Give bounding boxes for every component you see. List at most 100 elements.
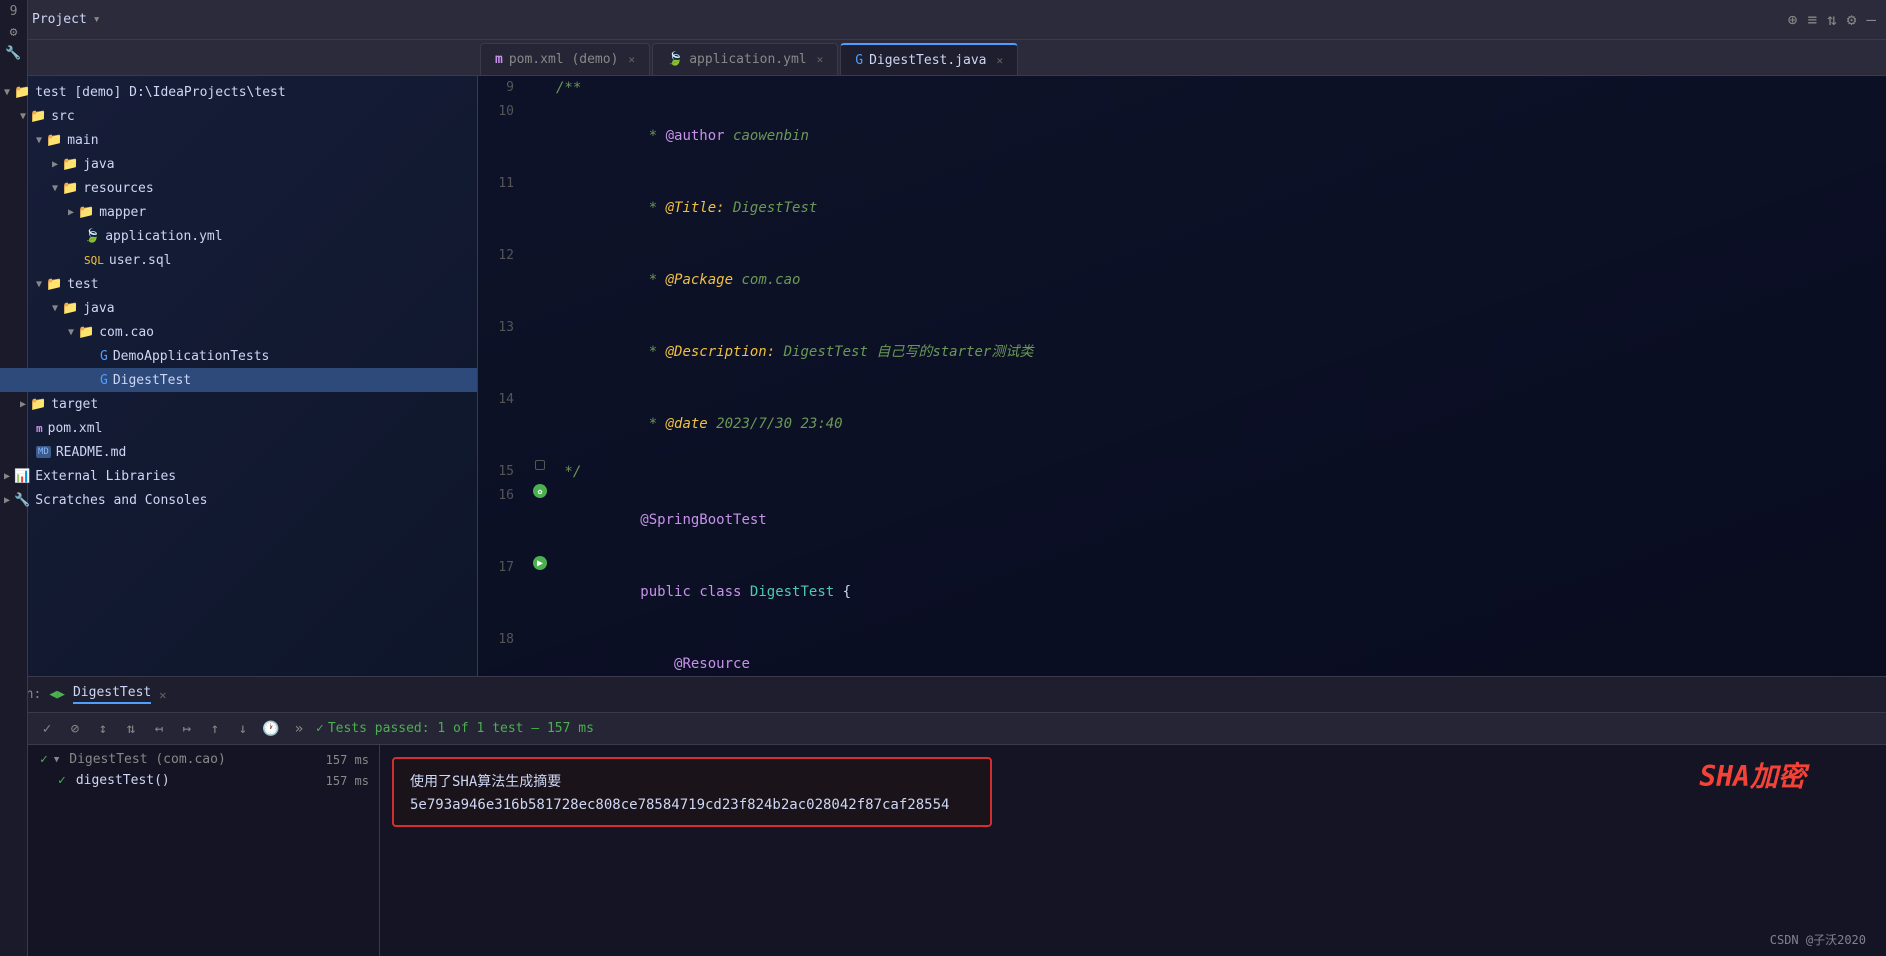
tree-app-yml[interactable]: 🍃 application.yml xyxy=(0,224,477,248)
code-line-12: 12 * @Package com.cao xyxy=(478,244,1886,316)
code-text-10: * @author caowenbin xyxy=(552,100,1886,172)
mapper-label: mapper xyxy=(99,205,146,220)
line-num-12: 12 xyxy=(478,244,528,268)
test-arrow xyxy=(36,279,42,290)
sha-label: SHA加密 xyxy=(1699,755,1806,795)
tree-java-test[interactable]: 📁 java xyxy=(0,296,477,320)
line-num-17: 17 xyxy=(478,556,528,580)
tree-demo-app-tests[interactable]: G DemoApplicationTests xyxy=(0,344,477,368)
java-test-folder-icon: 📁 xyxy=(62,301,78,316)
run-sort-btn[interactable]: ↕ xyxy=(92,718,114,740)
readme-label: README.md xyxy=(56,445,126,460)
run-body: 9 ⚙ 🔧 ✓ DigestTest (com.cao) 157 ms ✓ di… xyxy=(0,745,1886,956)
run-expand-btn[interactable]: ↦ xyxy=(176,718,198,740)
test-item-parent[interactable]: ✓ DigestTest (com.cao) 157 ms xyxy=(34,749,375,770)
tree-user-sql[interactable]: SQL user.sql xyxy=(0,248,477,272)
code-line-13: 13 * @Description: DigestTest 自己写的starte… xyxy=(478,316,1886,388)
tree-pom[interactable]: m pom.xml xyxy=(0,416,477,440)
run-collapse-btn[interactable]: ↤ xyxy=(148,718,170,740)
tab-digest-close[interactable]: ✕ xyxy=(996,54,1003,67)
run-gutter-icon-17[interactable]: ▶ xyxy=(533,556,547,570)
run-tab-digest[interactable]: DigestTest xyxy=(73,685,151,704)
tab-pom-label: pom.xml (demo) xyxy=(509,52,619,67)
code-text-13: * @Description: DigestTest 自己写的starter测试… xyxy=(552,316,1886,388)
tree-com-cao[interactable]: 📁 com.cao xyxy=(0,320,477,344)
resources-label: resources xyxy=(83,181,153,196)
output-line-2: 5e793a946e316b581728ec808ce78584719cd23f… xyxy=(410,797,974,813)
line-num-10: 10 xyxy=(478,100,528,124)
run-check-btn[interactable]: ✓ xyxy=(36,718,58,740)
line-num-18: 18 xyxy=(478,628,528,652)
src-folder-icon: 📁 xyxy=(30,109,46,124)
run-down-btn[interactable]: ↓ xyxy=(232,718,254,740)
parent-check-icon: ✓ xyxy=(40,752,48,767)
test-item-child[interactable]: ✓ digestTest() 157 ms xyxy=(34,770,375,791)
code-line-14: 14 * @date 2023/7/30 23:40 xyxy=(478,388,1886,460)
pom-icon: m xyxy=(36,422,43,435)
run-stop-btn[interactable]: ⊘ xyxy=(64,718,86,740)
tree-scratches[interactable]: 🔧 Scratches and Consoles xyxy=(0,488,477,512)
tree-external-libs[interactable]: 📊 External Libraries xyxy=(0,464,477,488)
gutter-17: ▶ xyxy=(528,556,552,570)
tab-pom-icon: m xyxy=(495,52,503,67)
code-line-11: 11 * @Title: DigestTest xyxy=(478,172,1886,244)
collapse-icon[interactable]: ≡ xyxy=(1807,10,1817,29)
tree-main[interactable]: 📁 main xyxy=(0,128,477,152)
tab-digest-label: DigestTest.java xyxy=(869,53,986,68)
tab-app-close[interactable]: ✕ xyxy=(817,53,824,66)
ext-libs-label: External Libraries xyxy=(35,469,176,484)
run-more-btn[interactable]: » xyxy=(288,718,310,740)
tab-app[interactable]: 🍃 application.yml ✕ xyxy=(652,43,838,75)
test-tree-panel: 9 ⚙ 🔧 ✓ DigestTest (com.cao) 157 ms ✓ di… xyxy=(0,745,380,956)
tree-digest-test[interactable]: G DigestTest xyxy=(0,368,477,392)
expand-icon[interactable]: ⇅ xyxy=(1827,10,1837,29)
line-num-14: 14 xyxy=(478,388,528,412)
main-label: main xyxy=(67,133,98,148)
settings-icon[interactable]: ⚙ xyxy=(1847,10,1857,29)
output-line-1: 使用了SHA算法生成摘要 xyxy=(410,771,974,791)
tree-mapper[interactable]: 📁 mapper xyxy=(0,200,477,224)
test-folder-icon: 📁 xyxy=(46,277,62,292)
gutter-15 xyxy=(528,460,552,470)
code-line-15: 15 */ xyxy=(478,460,1886,484)
tree-resources[interactable]: 📁 resources xyxy=(0,176,477,200)
bookmark-icon xyxy=(535,460,545,470)
run-filter-btn[interactable]: ⇅ xyxy=(120,718,142,740)
tree-test[interactable]: 📁 test xyxy=(0,272,477,296)
code-editor[interactable]: 9 /** 10 * @author caowenbin 11 * @Title… xyxy=(478,76,1886,676)
user-sql-label: user.sql xyxy=(109,253,172,268)
spring-gutter-icon: ✿ xyxy=(533,484,547,498)
add-bookmark-icon[interactable]: ⊕ xyxy=(1788,10,1798,29)
tree-src[interactable]: 📁 src xyxy=(0,104,477,128)
run-up-btn[interactable]: ↑ xyxy=(204,718,226,740)
project-label: Project xyxy=(32,12,87,27)
tab-digest[interactable]: G DigestTest.java ✕ xyxy=(840,43,1018,75)
code-text-12: * @Package com.cao xyxy=(552,244,1886,316)
com-cao-folder-icon: 📁 xyxy=(78,325,94,340)
side-icons-panel: 9 ⚙ 🔧 xyxy=(0,745,28,956)
watermark: CSDN @子沃2020 xyxy=(1770,931,1866,948)
java-main-label: java xyxy=(83,157,114,172)
tab-bar: m pom.xml (demo) ✕ 🍃 application.yml ✕ G… xyxy=(0,40,1886,76)
title-bar-actions: ⊕ ≡ ⇅ ⚙ — xyxy=(1788,10,1876,29)
tree-java-main[interactable]: 📁 java xyxy=(0,152,477,176)
tree-target[interactable]: 📁 target xyxy=(0,392,477,416)
child-test-time: 157 ms xyxy=(326,774,369,788)
test-label: test xyxy=(67,277,98,292)
minimize-icon[interactable]: — xyxy=(1866,10,1876,29)
run-clock-btn[interactable]: 🕐 xyxy=(260,718,282,740)
src-arrow xyxy=(20,111,26,122)
run-tab-close[interactable]: ✕ xyxy=(159,688,166,702)
project-dropdown-icon[interactable]: ▾ xyxy=(93,12,101,27)
com-cao-label: com.cao xyxy=(99,325,154,340)
run-output-panel: SHA加密 使用了SHA算法生成摘要 5e793a946e316b581728e… xyxy=(380,745,1886,956)
code-line-18: 18 @Resource xyxy=(478,628,1886,676)
tree-readme[interactable]: MD README.md xyxy=(0,440,477,464)
resources-arrow xyxy=(52,183,58,194)
line-num-13: 13 xyxy=(478,316,528,340)
tab-pom-close[interactable]: ✕ xyxy=(628,53,635,66)
tree-root[interactable]: 📁 test [demo] D:\IdeaProjects\test xyxy=(0,80,477,104)
main-area: 📁 test [demo] D:\IdeaProjects\test 📁 src… xyxy=(0,76,1886,676)
tab-pom[interactable]: m pom.xml (demo) ✕ xyxy=(480,43,650,75)
pom-label: pom.xml xyxy=(48,421,103,436)
